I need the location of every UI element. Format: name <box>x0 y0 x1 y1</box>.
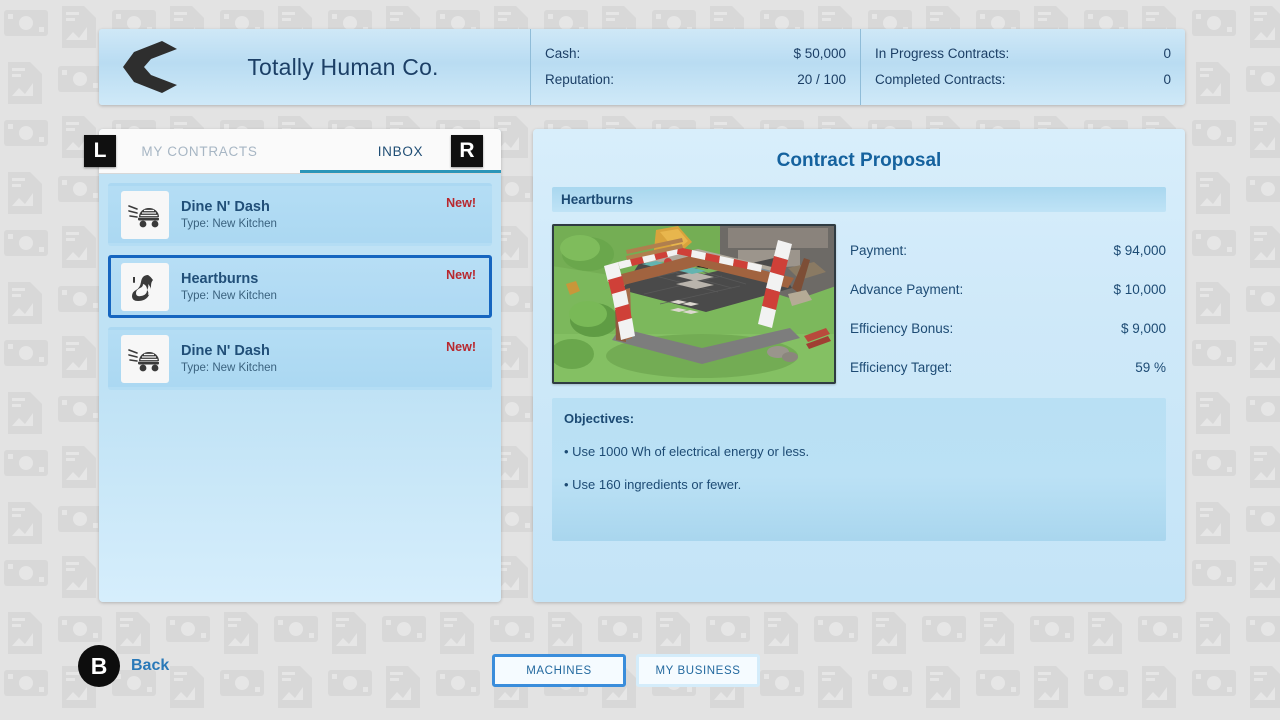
efficiency-target-value: 59 % <box>1135 360 1166 375</box>
contract-list: Dine N' Dash Type: New Kitchen New! Hear… <box>99 174 501 390</box>
contract-icon-box <box>121 191 169 239</box>
stomach-flame-icon <box>129 272 161 302</box>
stat-row: Cash: $ 50,000 <box>545 41 846 67</box>
objectives-box: Objectives: • Use 1000 Wh of electrical … <box>552 398 1166 541</box>
advance-payment-value: $ 10,000 <box>1113 282 1166 297</box>
objectives-heading: Objectives: <box>564 409 1154 429</box>
angular-c-logo-icon <box>120 38 182 96</box>
payment-table: Payment: $ 94,000 Advance Payment: $ 10,… <box>844 224 1166 387</box>
contract-name: Dine N' Dash <box>181 198 277 216</box>
stat-row: Reputation: 20 / 100 <box>545 67 846 93</box>
stat-row: In Progress Contracts: 0 <box>875 41 1171 67</box>
contract-type: Type: New Kitchen <box>181 288 277 304</box>
proposal-contract-name: Heartburns <box>552 187 1166 212</box>
company-name: Totally Human Co. <box>182 54 530 81</box>
stat-label-cash: Cash: <box>545 41 580 67</box>
contract-text: Dine N' Dash Type: New Kitchen <box>181 198 277 232</box>
contract-icon-box <box>121 263 169 311</box>
status-badge-new: New! <box>446 268 476 282</box>
burger-on-wheels-icon <box>128 346 162 372</box>
contract-name: Dine N' Dash <box>181 342 277 360</box>
payment-value: $ 94,000 <box>1113 243 1166 258</box>
b-button-glyph: B <box>78 645 120 687</box>
top-header-bar: Totally Human Co. Cash: $ 50,000 Reputat… <box>99 29 1185 105</box>
back-label: Back <box>131 657 169 675</box>
table-row: Efficiency Bonus: $ 9,000 <box>850 309 1166 348</box>
table-row: Payment: $ 94,000 <box>850 231 1166 270</box>
status-badge-new: New! <box>446 196 476 210</box>
contract-type: Type: New Kitchen <box>181 360 277 376</box>
stat-label-completed: Completed Contracts: <box>875 67 1006 93</box>
tab-my-business[interactable]: MY BUSINESS <box>636 654 760 687</box>
efficiency-bonus-label: Efficiency Bonus: <box>850 321 953 336</box>
contract-icon-box <box>121 335 169 383</box>
contracts-tabbar: MY CONTRACTS INBOX <box>99 129 501 174</box>
shoulder-button-right[interactable]: R <box>451 135 483 167</box>
contracts-panel: MY CONTRACTS INBOX <box>99 129 501 602</box>
stat-value-reputation: 20 / 100 <box>797 67 846 93</box>
stat-value-in-progress: 0 <box>1163 41 1171 67</box>
tab-my-contracts[interactable]: MY CONTRACTS <box>99 129 300 173</box>
kitchen-preview-image <box>552 224 836 384</box>
contract-type: Type: New Kitchen <box>181 216 277 232</box>
stat-label-reputation: Reputation: <box>545 67 614 93</box>
advance-payment-label: Advance Payment: <box>850 282 963 297</box>
stats-column-contracts: In Progress Contracts: 0 Completed Contr… <box>861 29 1185 105</box>
bottom-tabs: MACHINES MY BUSINESS <box>492 654 760 687</box>
efficiency-target-label: Efficiency Target: <box>850 360 952 375</box>
objective-item: • Use 160 ingredients or fewer. <box>564 475 1154 495</box>
table-row: Advance Payment: $ 10,000 <box>850 270 1166 309</box>
header-stats: Cash: $ 50,000 Reputation: 20 / 100 In P… <box>531 29 1185 105</box>
page-title: Contract Proposal <box>552 129 1166 174</box>
stats-column-finance: Cash: $ 50,000 Reputation: 20 / 100 <box>531 29 861 105</box>
objective-item: • Use 1000 Wh of electrical energy or le… <box>564 442 1154 462</box>
table-row: Efficiency Target: 59 % <box>850 348 1166 387</box>
tab-machines[interactable]: MACHINES <box>492 654 626 687</box>
stat-row: Completed Contracts: 0 <box>875 67 1171 93</box>
list-item[interactable]: Dine N' Dash Type: New Kitchen New! <box>108 183 492 246</box>
contract-name: Heartburns <box>181 270 277 288</box>
list-item[interactable]: Dine N' Dash Type: New Kitchen New! <box>108 327 492 390</box>
stat-value-cash: $ 50,000 <box>793 41 846 67</box>
contract-text: Dine N' Dash Type: New Kitchen <box>181 342 277 376</box>
stat-label-in-progress: In Progress Contracts: <box>875 41 1009 67</box>
list-item[interactable]: Heartburns Type: New Kitchen New! <box>108 255 492 318</box>
header-title-zone: Totally Human Co. <box>99 29 531 105</box>
proposal-body: Payment: $ 94,000 Advance Payment: $ 10,… <box>552 224 1166 387</box>
status-badge-new: New! <box>446 340 476 354</box>
stat-value-completed: 0 <box>1163 67 1171 93</box>
burger-on-wheels-icon <box>128 202 162 228</box>
shoulder-button-left[interactable]: L <box>84 135 116 167</box>
back-button[interactable]: B Back <box>78 645 169 687</box>
contract-proposal-panel: Contract Proposal Heartburns <box>533 129 1185 602</box>
efficiency-bonus-value: $ 9,000 <box>1121 321 1166 336</box>
payment-label: Payment: <box>850 243 907 258</box>
contract-text: Heartburns Type: New Kitchen <box>181 270 277 304</box>
